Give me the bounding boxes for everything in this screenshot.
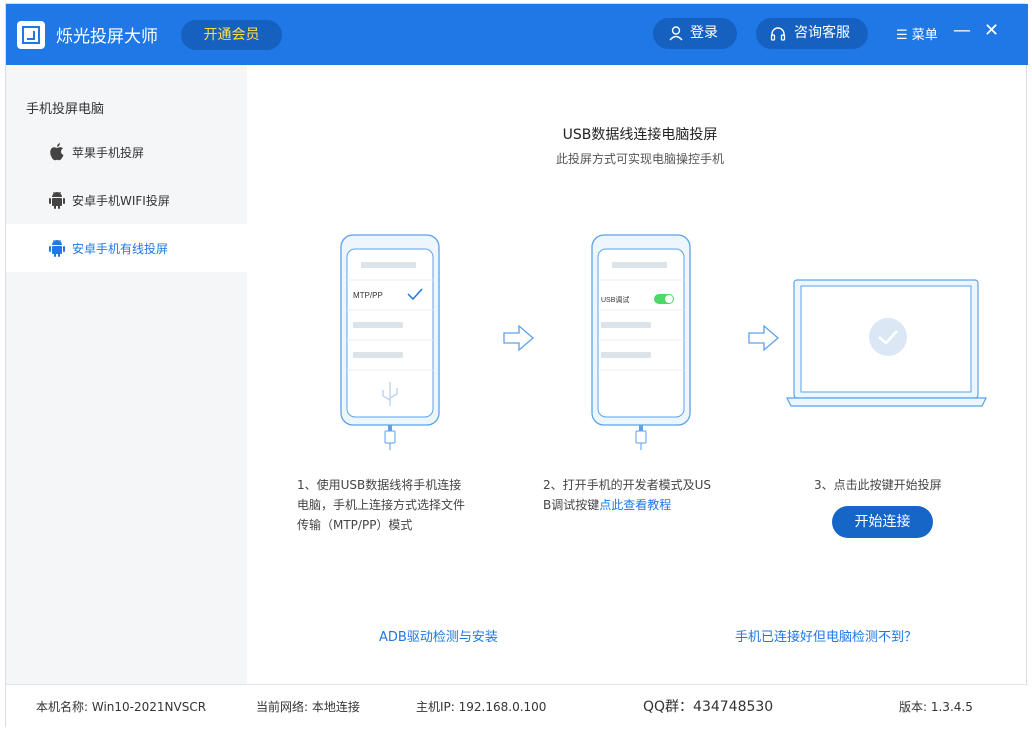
login-label: 登录 (690, 25, 718, 41)
tutorial-link[interactable]: 点此查看教程 (599, 498, 671, 512)
qq-group: QQ群：434748530 (643, 699, 774, 715)
minimize-button[interactable]: — (953, 20, 971, 41)
step2-text: 2、打开手机的开发者模式及US B调试按键点此查看教程 (543, 475, 711, 515)
login-button[interactable]: 登录 (653, 18, 737, 49)
step1-line: 1、使用USB数据线将手机连接 (297, 478, 462, 492)
step1-line: 传输（MTP/PP）模式 (297, 518, 413, 532)
app-window: 烁光投屏大师 开通会员 登录 咨询客服 ☰ 菜单 — ✕ 手机投屏电脑 苹果手机… (5, 3, 1028, 728)
version: 版本: 1.3.4.5 (899, 700, 973, 714)
step2-line: 2、打开手机的开发者模式及US (543, 478, 712, 492)
status-bar: 本机名称: Win10-2021NVSCR 当前网络: 本地连接 主机IP: 1… (6, 684, 1028, 728)
hamburger-icon: ☰ (896, 28, 908, 43)
service-label: 咨询客服 (794, 25, 850, 41)
phone-usb-debug-label: USB调试 (601, 295, 629, 304)
android-icon (49, 191, 65, 209)
help-detection-link[interactable]: 手机已连接好但电脑检测不到？ (735, 626, 917, 645)
arrow-right-icon (748, 324, 779, 352)
phone-usb-debug-illustration: USB调试 (591, 234, 691, 450)
sidebar-item-apple[interactable]: 苹果手机投屏 (6, 128, 247, 176)
close-button[interactable]: ✕ (984, 20, 999, 41)
menu-button[interactable]: ☰ 菜单 (896, 24, 938, 43)
sidebar-item-label: 安卓手机有线投屏 (72, 242, 169, 256)
title-bar: 烁光投屏大师 开通会员 登录 咨询客服 ☰ 菜单 — ✕ (6, 4, 1028, 65)
connection-illustration: MTP/PP USB调试 (340, 234, 987, 450)
sidebar-item-label: 苹果手机投屏 (72, 146, 145, 160)
phone-mtp-label: MTP/PP (353, 291, 383, 300)
start-connect-button[interactable]: 开始连接 (832, 506, 933, 538)
user-icon (669, 26, 683, 41)
sidebar-item-android-wifi[interactable]: 安卓手机WIFI投屏 (6, 176, 247, 224)
laptop-illustration (786, 279, 987, 407)
phone-mtp-illustration: MTP/PP (340, 234, 440, 450)
sidebar: 手机投屏电脑 苹果手机投屏 安卓手机WIFI投屏 安卓手机有线投屏 (6, 65, 247, 684)
vip-button[interactable]: 开通会员 (181, 20, 282, 50)
android-icon (49, 239, 65, 257)
step1-line: 电脑，手机上连接方式选择文件 (297, 498, 466, 512)
machine-name: 本机名称: Win10-2021NVSCR (36, 700, 207, 714)
adb-driver-link[interactable]: ADB驱动检测与安装 (379, 626, 498, 645)
page-title: USB数据线连接电脑投屏 (562, 127, 718, 143)
arrow-right-icon (503, 324, 534, 352)
step3-text: 3、点击此按键开始投屏 (814, 478, 942, 492)
network-status: 当前网络: 本地连接 (256, 700, 360, 714)
sidebar-item-label: 安卓手机WIFI投屏 (72, 194, 170, 208)
step2-line: B调试按键 (543, 498, 600, 512)
host-ip: 主机IP: 192.168.0.100 (416, 700, 547, 714)
step1-text: 1、使用USB数据线将手机连接 电脑，手机上连接方式选择文件 传输（MTP/PP… (297, 475, 465, 535)
menu-label: 菜单 (911, 28, 938, 43)
page-subtitle: 此投屏方式可实现电脑操控手机 (555, 152, 724, 166)
sidebar-item-android-wired[interactable]: 安卓手机有线投屏 (6, 224, 247, 272)
sidebar-heading: 手机投屏电脑 (26, 102, 105, 117)
app-logo-icon (17, 21, 45, 49)
apple-icon (50, 143, 64, 161)
app-title: 烁光投屏大师 (56, 27, 158, 47)
headset-icon (770, 27, 786, 41)
customer-service-button[interactable]: 咨询客服 (756, 18, 868, 49)
